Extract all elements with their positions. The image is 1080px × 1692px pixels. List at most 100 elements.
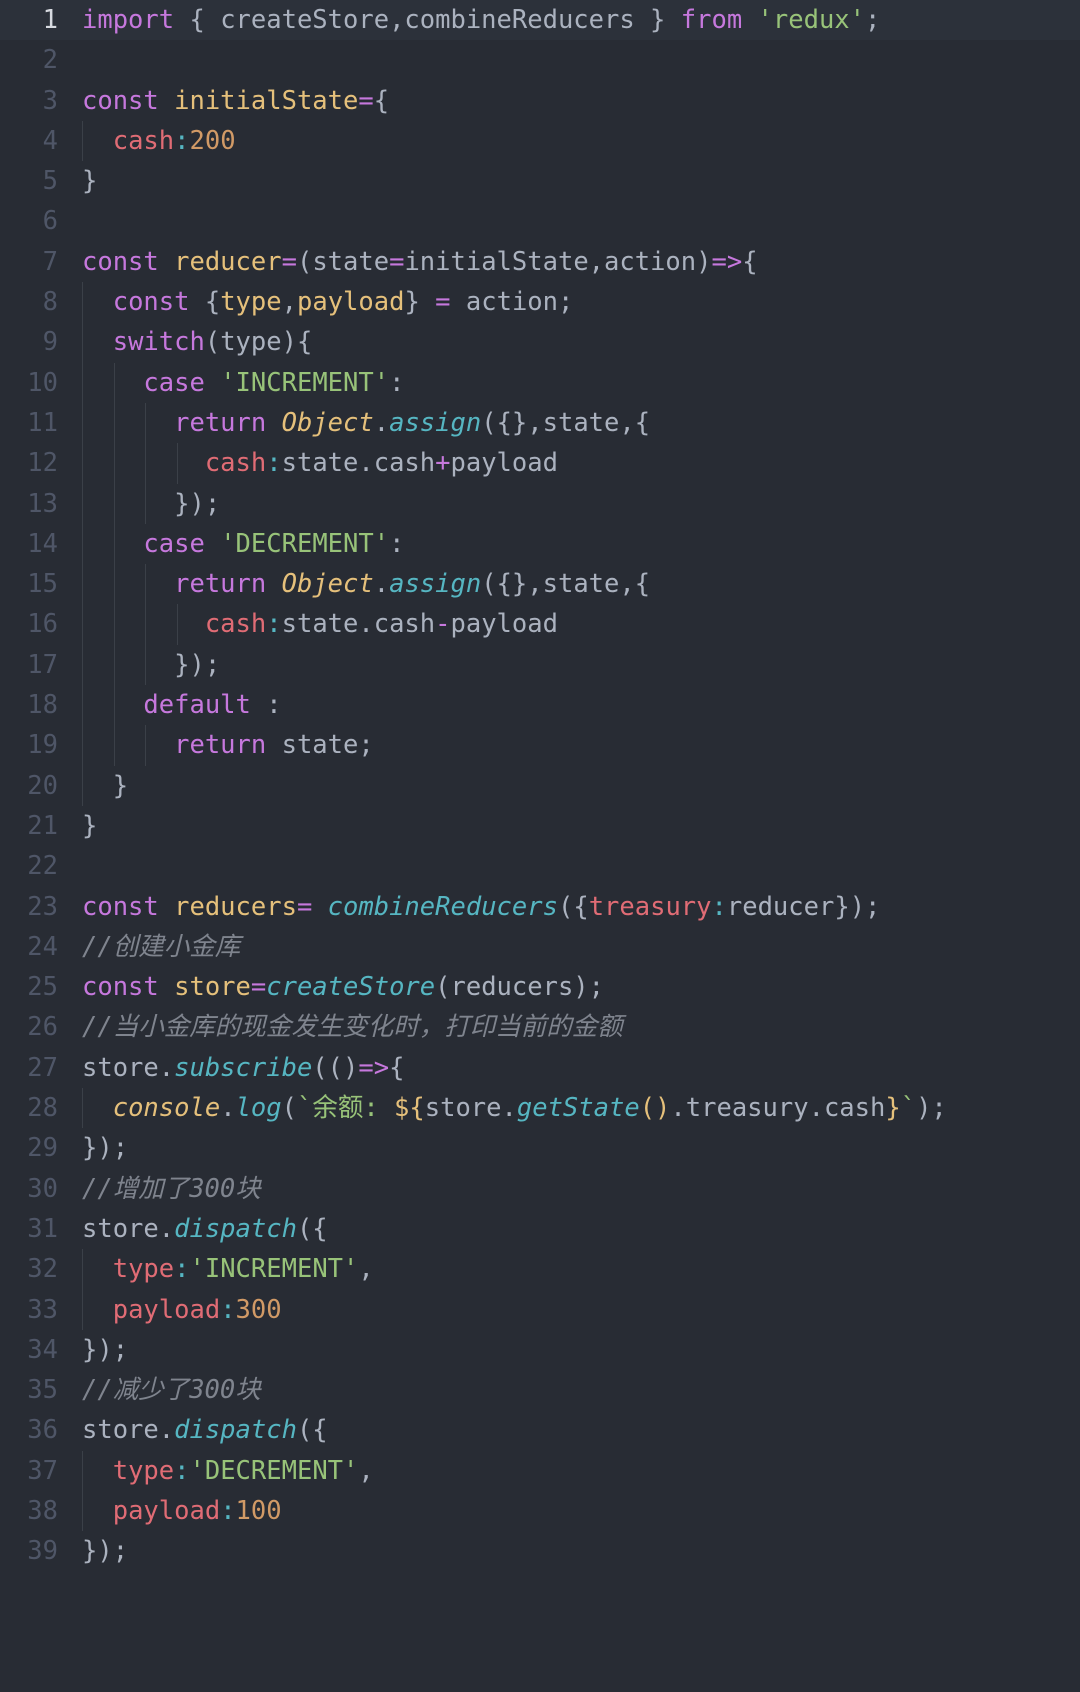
code-editor[interactable]: 1 import { createStore,combineReducers }…: [0, 0, 1080, 1630]
code-line[interactable]: 26 //当小金库的现金发生变化时，打印当前的金额: [0, 1007, 1080, 1047]
line-number: 8: [42, 287, 58, 318]
code-line[interactable]: 3 const initialState={: [0, 81, 1080, 121]
line-content: const reducers= combineReducers({treasur…: [82, 891, 881, 922]
line-content: //增加了300块: [82, 1173, 261, 1204]
line-content: return Object.assign({},state,{: [174, 407, 651, 438]
code-line[interactable]: 17 });: [0, 644, 1080, 686]
line-number: 30: [27, 1173, 58, 1204]
line-content: store.dispatch({: [82, 1213, 328, 1244]
code-line[interactable]: 35 //减少了300块: [0, 1370, 1080, 1410]
line-content: const store=createStore(reducers);: [82, 972, 605, 1003]
code-line[interactable]: 1 import { createStore,combineReducers }…: [0, 0, 1080, 41]
line-content: }: [82, 166, 98, 197]
code-line[interactable]: 34 });: [0, 1330, 1080, 1370]
code-line[interactable]: 18 default :: [0, 685, 1080, 726]
code-line[interactable]: 14 case 'DECREMENT':: [0, 523, 1080, 565]
line-content: //减少了300块: [82, 1375, 261, 1406]
code-line[interactable]: 5 }: [0, 161, 1080, 201]
line-number: 11: [27, 407, 58, 438]
line-content: //创建小金库: [82, 931, 241, 962]
line-number: 20: [27, 770, 58, 801]
code-line[interactable]: 32 type:'INCREMENT',: [0, 1249, 1080, 1290]
line-content: console.log(`余额: ${store.getState().trea…: [112, 1093, 947, 1124]
code-line[interactable]: 21 }: [0, 806, 1080, 846]
line-number: 19: [27, 730, 58, 761]
code-line[interactable]: 24 //创建小金库: [0, 927, 1080, 967]
code-line[interactable]: 29 });: [0, 1128, 1080, 1168]
line-number: 4: [42, 125, 58, 156]
line-number: 24: [27, 931, 58, 962]
line-number: 36: [27, 1415, 58, 1446]
line-content: cash:state.cash-payload: [204, 609, 558, 640]
code-line[interactable]: 20 }: [0, 765, 1080, 806]
code-line[interactable]: 2: [0, 40, 1080, 80]
code-line[interactable]: 22: [0, 846, 1080, 886]
line-content: const reducer=(state=initialState,action…: [82, 246, 758, 277]
line-content: });: [82, 1334, 129, 1365]
code-line[interactable]: 23 const reducers= combineReducers({trea…: [0, 887, 1080, 927]
line-number: 31: [27, 1213, 58, 1244]
line-number: 37: [27, 1455, 58, 1486]
line-number: 22: [27, 851, 58, 882]
code-line[interactable]: 33 payload:300: [0, 1289, 1080, 1330]
line-content: store.subscribe(()=>{: [82, 1052, 405, 1083]
line-content: });: [82, 488, 221, 519]
line-content: type:'INCREMENT',: [112, 1254, 374, 1285]
line-number: 14: [27, 528, 58, 559]
line-content: return state;: [174, 730, 374, 761]
line-content: import { createStore,combineReducers } f…: [82, 5, 881, 35]
code-line[interactable]: 27 store.subscribe(()=>{: [0, 1048, 1080, 1088]
line-content: }: [82, 810, 98, 841]
line-number: 26: [27, 1012, 58, 1043]
line-content: switch(type){: [112, 327, 313, 358]
code-line[interactable]: 9 switch(type){: [0, 322, 1080, 363]
line-number: 28: [27, 1093, 58, 1124]
line-content: }: [82, 770, 129, 801]
line-number: 38: [27, 1495, 58, 1526]
line-number: 1: [42, 5, 58, 35]
line-number: 35: [27, 1375, 58, 1406]
code-line[interactable]: 8 const {type,payload} = action;: [0, 282, 1080, 323]
line-number: 15: [27, 569, 58, 600]
code-line[interactable]: 10 case 'INCREMENT':: [0, 362, 1080, 403]
line-number: 17: [27, 649, 58, 680]
line-number: 9: [42, 327, 58, 358]
line-content: cash:state.cash+payload: [204, 448, 558, 479]
line-content: const {type,payload} = action;: [112, 287, 574, 318]
code-line[interactable]: 6: [0, 201, 1080, 241]
code-line[interactable]: 4 cash:200: [0, 120, 1080, 162]
code-line[interactable]: 28 console.log(`余额: ${store.getState().t…: [0, 1088, 1080, 1129]
line-content: case 'INCREMENT':: [143, 367, 405, 398]
code-line[interactable]: 19 return state;: [0, 725, 1080, 766]
code-line[interactable]: 25 const store=createStore(reducers);: [0, 967, 1080, 1007]
line-number: 7: [42, 246, 58, 277]
line-number: 25: [27, 972, 58, 1003]
line-number: 27: [27, 1052, 58, 1083]
code-line[interactable]: 7 const reducer=(state=initialState,acti…: [0, 242, 1080, 282]
code-line[interactable]: 37 type:'DECREMENT',: [0, 1450, 1080, 1491]
line-content: default :: [143, 690, 282, 721]
code-line[interactable]: 16 cash:state.cash-payload: [0, 604, 1080, 645]
code-line[interactable]: 38 payload:100: [0, 1490, 1080, 1532]
code-line[interactable]: 11 return Object.assign({},state,{: [0, 402, 1080, 444]
line-content: cash:200: [112, 125, 236, 156]
line-content: store.dispatch({: [82, 1415, 328, 1446]
line-content: const initialState={: [82, 85, 390, 116]
code-line[interactable]: 15 return Object.assign({},state,{: [0, 564, 1080, 605]
line-content: type:'DECREMENT',: [112, 1455, 374, 1486]
line-number: 5: [42, 166, 58, 197]
line-content: case 'DECREMENT':: [143, 528, 405, 559]
code-line[interactable]: 12 cash:state.cash+payload: [0, 443, 1080, 484]
code-line[interactable]: 13 });: [0, 483, 1080, 524]
line-content: });: [82, 649, 221, 680]
line-number: 32: [27, 1254, 58, 1285]
code-line[interactable]: 30 //增加了300块: [0, 1169, 1080, 1209]
line-number: 10: [27, 367, 58, 398]
code-line[interactable]: 39 });: [0, 1531, 1080, 1571]
line-number: 12: [27, 448, 58, 479]
line-content: });: [82, 1536, 129, 1567]
line-content: //当小金库的现金发生变化时，打印当前的金额: [82, 1012, 623, 1043]
code-line[interactable]: 36 store.dispatch({: [0, 1410, 1080, 1450]
line-number: 29: [27, 1133, 58, 1164]
code-line[interactable]: 31 store.dispatch({: [0, 1209, 1080, 1249]
